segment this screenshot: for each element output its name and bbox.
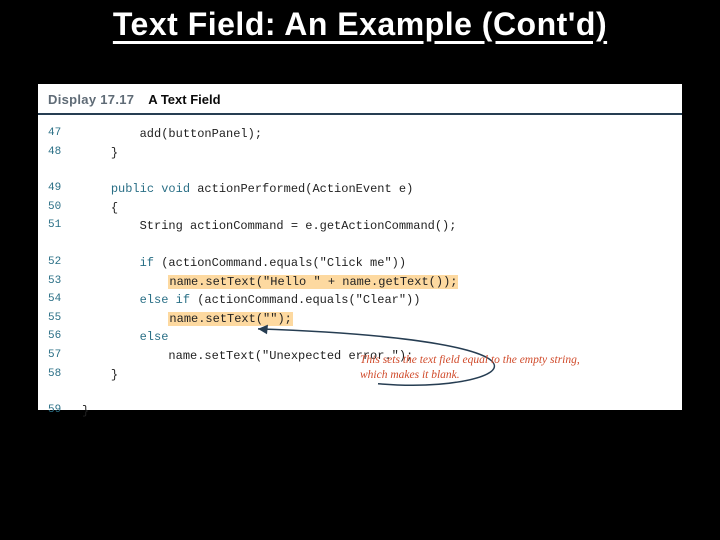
keyword: else if — [140, 293, 198, 307]
annotation-text: This sets the text field equal to the em… — [360, 353, 580, 383]
line-number: 49 — [48, 180, 82, 197]
code-row — [48, 384, 670, 402]
code-row: 47 add(buttonPanel); — [48, 125, 670, 144]
code-text: add(buttonPanel); — [82, 125, 670, 144]
code-text: String actionCommand = e.getActionComman… — [82, 217, 670, 236]
line-number: 57 — [48, 347, 82, 364]
code-text: else if (actionCommand.equals("Clear")) — [82, 291, 670, 310]
code-row: 56 else — [48, 328, 670, 347]
code-text: name.setText(""); — [82, 310, 670, 329]
line-number: 48 — [48, 144, 82, 161]
keyword: else — [140, 330, 169, 344]
code-text: name.setText("Hello " + name.getText()); — [82, 273, 670, 292]
code-figure: Display 17.17 A Text Field 47 add(button… — [38, 84, 682, 410]
slide-title-wrap: Text Field: An Example (Cont'd) — [0, 0, 720, 43]
code-row: 52 if (actionCommand.equals("Click me")) — [48, 254, 670, 273]
code-text: } — [82, 402, 670, 421]
highlighted-code: name.setText(""); — [168, 312, 292, 326]
code-row: 51 String actionCommand = e.getActionCom… — [48, 217, 670, 236]
slide: Text Field: An Example (Cont'd) Display … — [0, 0, 720, 540]
keyword: if — [140, 256, 162, 270]
code-row — [48, 236, 670, 254]
line-number: 47 — [48, 125, 82, 142]
code-text: else — [82, 328, 670, 347]
line-number: 58 — [48, 366, 82, 383]
figure-display-title: A Text Field — [148, 92, 220, 107]
line-number: 54 — [48, 291, 82, 308]
code-text: if (actionCommand.equals("Click me")) — [82, 254, 670, 273]
code-row: 59} — [48, 402, 670, 421]
keyword: public void — [111, 182, 197, 196]
slide-title: Text Field: An Example (Cont'd) — [0, 6, 720, 43]
line-number: 59 — [48, 402, 82, 419]
line-number: 50 — [48, 199, 82, 216]
code-row: 55 name.setText(""); — [48, 310, 670, 329]
annotation-line-1: This sets the text field equal to the em… — [360, 353, 580, 368]
code-text: { — [82, 199, 670, 218]
figure-header: Display 17.17 A Text Field — [38, 84, 682, 115]
line-number: 56 — [48, 328, 82, 345]
code-text: public void actionPerformed(ActionEvent … — [82, 180, 670, 199]
code-body: 47 add(buttonPanel);48 }49 public void a… — [38, 115, 682, 427]
figure-display-number: Display 17.17 — [48, 92, 134, 107]
line-number: 53 — [48, 273, 82, 290]
annotation-line-2: which makes it blank. — [360, 368, 580, 383]
code-text: } — [82, 144, 670, 163]
code-row: 49 public void actionPerformed(ActionEve… — [48, 180, 670, 199]
line-number: 51 — [48, 217, 82, 234]
code-row: 53 name.setText("Hello " + name.getText(… — [48, 273, 670, 292]
highlighted-code: name.setText("Hello " + name.getText()); — [168, 275, 458, 289]
code-row: 50 { — [48, 199, 670, 218]
code-row: 54 else if (actionCommand.equals("Clear"… — [48, 291, 670, 310]
line-number: 55 — [48, 310, 82, 327]
code-row — [48, 162, 670, 180]
line-number: 52 — [48, 254, 82, 271]
code-row: 48 } — [48, 144, 670, 163]
